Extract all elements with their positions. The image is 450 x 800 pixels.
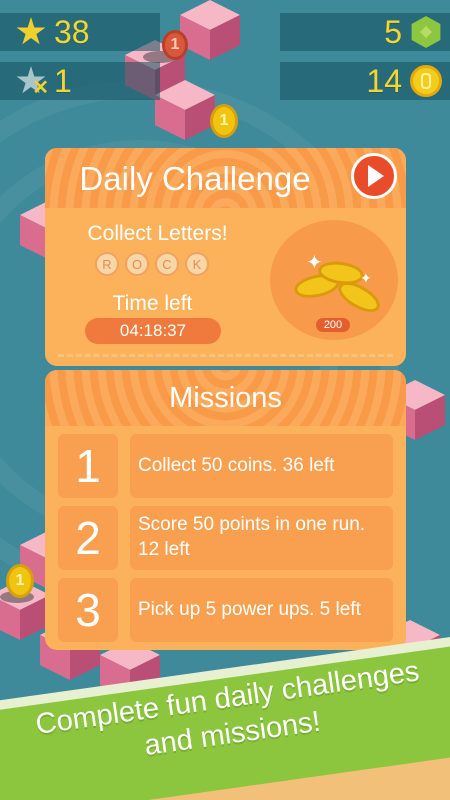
mission-item: 3 Pick up 5 power ups. 5 left <box>58 578 393 642</box>
time-left-value: 04:18:37 <box>85 318 221 344</box>
missions-title: Missions <box>169 382 282 414</box>
letters-row: R O C K <box>95 252 209 276</box>
mission-item: 2 Score 50 points in one run. 12 left <box>58 506 393 570</box>
coins-count: 14 <box>366 63 402 99</box>
mission-text: Score 50 points in one run. 12 left <box>130 506 393 570</box>
divider <box>58 354 393 357</box>
star-token-icon: ✕ <box>16 66 49 98</box>
play-button[interactable] <box>351 153 397 199</box>
coins-counter: 14 <box>280 62 450 100</box>
floating-coin: 1 <box>210 104 238 138</box>
star-tokens-count: 1 <box>54 63 72 99</box>
mission-item: 1 Collect 50 coins. 36 left <box>58 434 393 498</box>
mission-number: 2 <box>58 506 118 570</box>
collect-letters-label: Collect Letters! <box>87 222 228 245</box>
pink-cube <box>155 80 215 140</box>
gems-count: 5 <box>384 14 402 50</box>
time-left-label: Time left <box>112 292 193 315</box>
mission-number: 3 <box>58 578 118 642</box>
sparkle-icon: ✦ <box>360 270 372 286</box>
mission-number: 1 <box>58 434 118 498</box>
stars-counter: 38 <box>0 13 160 51</box>
star-icon <box>16 17 46 45</box>
daily-challenge-title: Daily Challenge <box>79 160 311 197</box>
gem-icon <box>411 16 441 48</box>
pink-cube <box>180 0 240 60</box>
reward-amount: 200 <box>316 318 350 332</box>
mission-text: Pick up 5 power ups. 5 left <box>130 578 393 642</box>
sparkle-icon: ✦ <box>306 252 323 274</box>
floating-coin: 1 <box>162 30 188 60</box>
star-tokens-counter: ✕ 1 <box>0 62 160 100</box>
letter-token: C <box>155 252 179 276</box>
letter-token: R <box>95 252 119 276</box>
stars-count: 38 <box>54 14 90 50</box>
coin-icon <box>410 65 442 97</box>
letter-token: O <box>125 252 149 276</box>
floating-coin: 1 <box>6 564 34 598</box>
letter-token: K <box>185 252 209 276</box>
mission-text: Collect 50 coins. 36 left <box>130 434 393 498</box>
gems-counter: 5 <box>280 13 450 51</box>
